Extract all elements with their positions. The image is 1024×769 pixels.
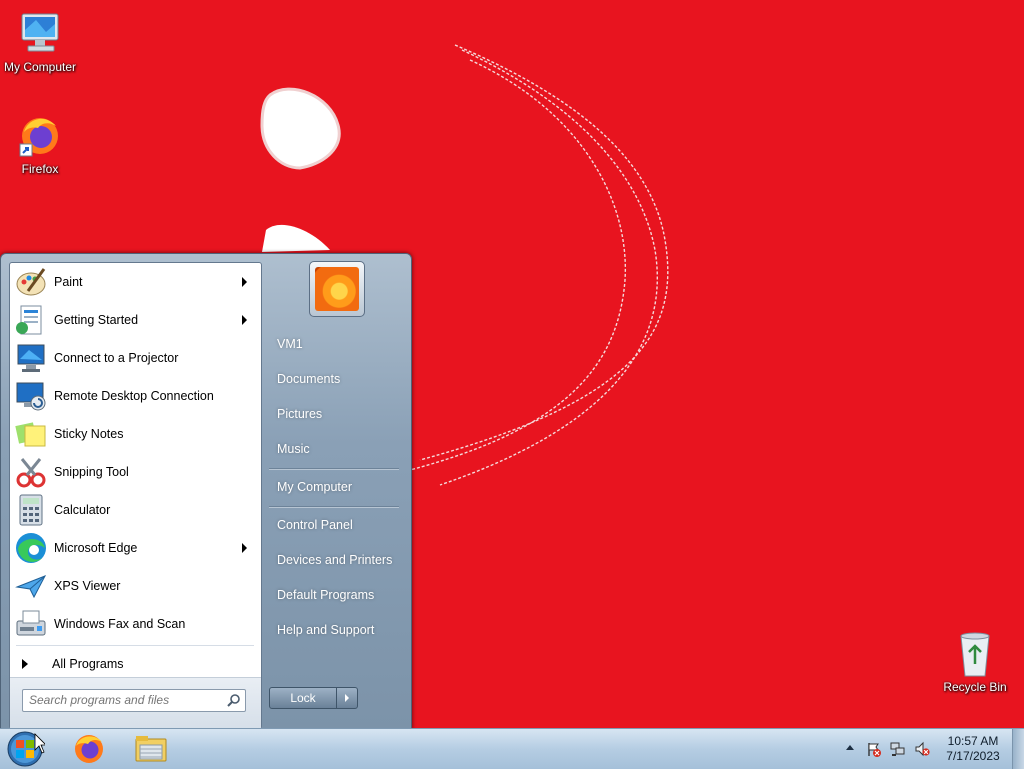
program-remote-desktop[interactable]: Remote Desktop Connection [12,378,259,414]
search-icon[interactable] [227,693,241,707]
desktop-icon-label: Recycle Bin [943,680,1007,694]
fax-scan-icon [14,607,48,641]
right-separator [269,506,399,508]
right-item-vm1[interactable]: VM1 [277,337,303,351]
program-getting-started[interactable]: Getting Started [12,302,259,338]
volume-muted-icon[interactable] [914,741,930,757]
firefox-icon [16,112,64,160]
program-windows-fax-scan[interactable]: Windows Fax and Scan [12,606,259,642]
start-button[interactable] [5,730,45,768]
right-item-control-panel[interactable]: Control Panel [277,518,353,532]
remote-desktop-icon [14,379,48,413]
program-label: Paint [54,275,83,289]
network-icon[interactable] [890,741,906,757]
start-menu: Paint Getting Started Connect to a Proje… [0,253,412,730]
show-hidden-icons-button[interactable] [846,745,854,750]
program-paint[interactable]: Paint [12,264,259,300]
show-desktop-button[interactable] [1012,729,1024,769]
submenu-arrow-icon [242,543,247,553]
program-label: Calculator [54,503,111,517]
program-label: Remote Desktop Connection [54,389,214,403]
all-programs-label: All Programs [52,657,124,671]
program-label: Windows Fax and Scan [54,617,186,631]
taskbar-firefox-button[interactable] [66,731,112,767]
getting-started-icon [14,303,48,337]
computer-icon [16,10,64,58]
program-label: Sticky Notes [54,427,124,441]
recycle-bin-icon [951,630,999,678]
right-item-default-programs[interactable]: Default Programs [277,588,374,602]
desktop-icon-firefox[interactable]: Firefox [0,112,80,176]
start-menu-programs-pane: Paint Getting Started Connect to a Proje… [9,262,262,729]
paint-icon [14,265,48,299]
program-label: Microsoft Edge [54,541,138,555]
program-label: Connect to a Projector [54,351,179,365]
program-sticky-notes[interactable]: Sticky Notes [12,416,259,452]
lock-button[interactable]: Lock [269,687,337,709]
snipping-tool-icon [14,455,48,489]
calculator-icon [14,493,48,527]
clock-date: 7/17/2023 [946,749,1000,763]
projector-icon [14,341,48,375]
submenu-arrow-icon [242,277,247,287]
programs-separator [16,645,254,646]
right-item-music[interactable]: Music [277,442,310,456]
xps-viewer-icon [14,569,48,603]
program-snipping-tool[interactable]: Snipping Tool [12,454,259,490]
clock-time: 10:57 AM [947,734,999,748]
action-center-flag-icon[interactable] [866,741,882,757]
program-label: Getting Started [54,313,139,327]
sticky-notes-icon [14,417,48,451]
system-clock[interactable]: 10:57 AM 7/17/2023 [934,734,1012,764]
program-label: XPS Viewer [54,579,121,593]
program-connect-projector[interactable]: Connect to a Projector [12,340,259,376]
desktop-icon-label: Firefox [21,162,59,176]
desktop-icon-label: My Computer [3,60,77,74]
program-xps-viewer[interactable]: XPS Viewer [12,568,259,604]
right-item-my-computer[interactable]: My Computer [277,480,352,494]
desktop-icon-my-computer[interactable]: My Computer [0,10,80,74]
taskbar: 10:57 AM 7/17/2023 [0,728,1024,769]
right-item-help-support[interactable]: Help and Support [277,623,374,637]
taskbar-file-explorer-button[interactable] [128,731,174,767]
search-area [10,677,261,729]
search-box [22,689,246,712]
all-programs-button[interactable]: All Programs [18,651,124,677]
program-microsoft-edge[interactable]: Microsoft Edge [12,530,259,566]
user-picture[interactable] [309,261,365,317]
program-calculator[interactable]: Calculator [12,492,259,528]
right-separator [269,468,399,470]
desktop-icon-recycle-bin[interactable]: Recycle Bin [935,630,1015,694]
submenu-arrow-icon [242,315,247,325]
right-item-pictures[interactable]: Pictures [277,407,322,421]
right-item-documents[interactable]: Documents [277,372,340,386]
search-input[interactable] [23,690,224,709]
right-item-devices-printers[interactable]: Devices and Printers [277,553,392,567]
user-avatar-flower-icon [315,267,359,311]
edge-icon [14,531,48,565]
shutdown-options-button[interactable] [336,687,358,709]
expand-arrow-icon [22,659,28,669]
program-label: Snipping Tool [54,465,129,479]
